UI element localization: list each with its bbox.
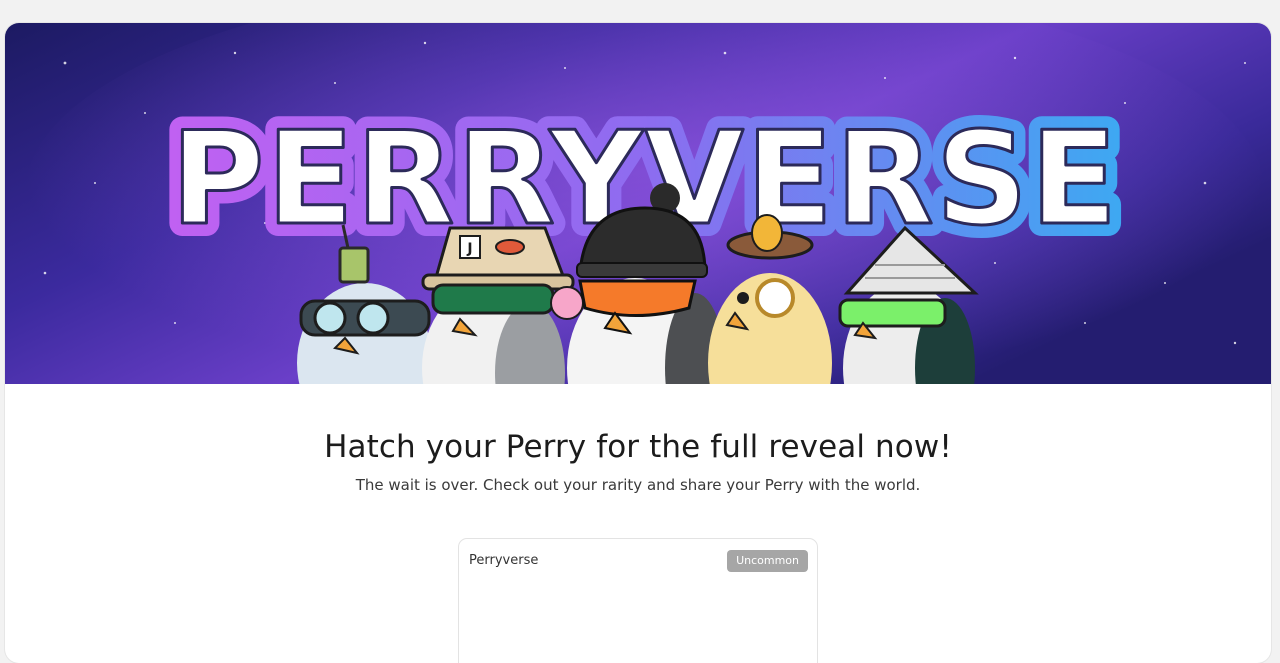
rarity-badge: Uncommon (727, 550, 808, 572)
reveal-card: PERRYVERSE PERRYVERSE J Hatch your Perry… (5, 23, 1271, 663)
perry-item-card[interactable]: Perryverse Uncommon (458, 538, 818, 663)
item-collection-name: Perryverse (469, 553, 539, 568)
page-subheadline: The wait is over. Check out your rarity … (355, 476, 921, 494)
page-headline: Hatch your Perry for the full reveal now… (324, 429, 952, 465)
perryverse-banner: PERRYVERSE PERRYVERSE J (5, 23, 1271, 384)
hat-badge-letter: J (466, 241, 472, 257)
